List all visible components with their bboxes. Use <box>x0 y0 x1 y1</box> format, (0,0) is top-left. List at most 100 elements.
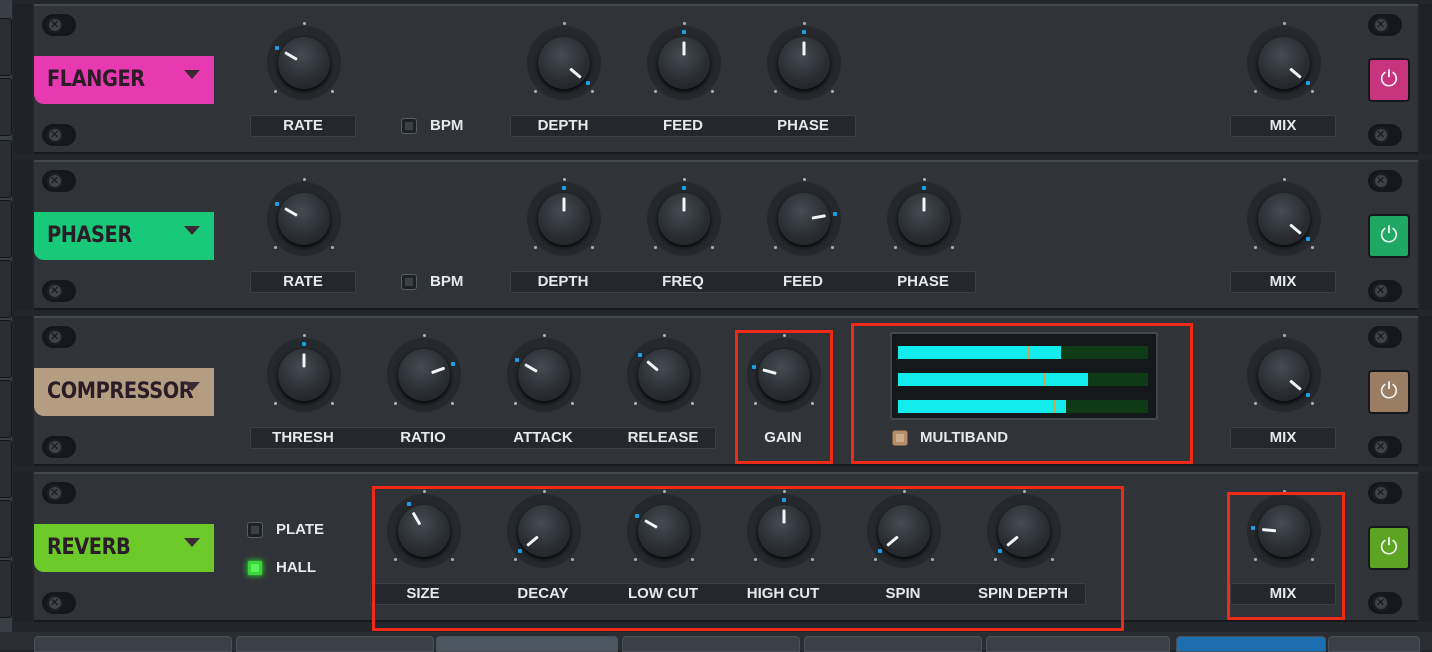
screw-icon <box>42 592 76 614</box>
chevron-down-icon <box>184 382 200 391</box>
knob-range-dot <box>682 21 686 25</box>
hall-label: HALL <box>276 559 316 576</box>
left-strip-segment <box>0 78 12 136</box>
depth-knob[interactable] <box>527 177 601 256</box>
rack-rail-right <box>1420 316 1432 466</box>
rate-knob[interactable] <box>267 177 341 256</box>
knob-range-dot <box>1282 177 1286 181</box>
knob-cap <box>1258 37 1310 89</box>
knob-cap <box>638 349 690 401</box>
power-icon: ⏻ <box>1380 67 1398 92</box>
effect-selector-flanger[interactable]: FLANGER <box>34 56 214 104</box>
knob-value-marker <box>562 186 566 190</box>
mix-knob[interactable] <box>1247 21 1321 100</box>
feed-knob[interactable] <box>647 21 721 100</box>
knob-pointer <box>562 197 566 211</box>
knob-value-marker <box>1305 392 1310 397</box>
rack-rail-left <box>14 160 32 310</box>
screw-icon <box>42 14 76 36</box>
knob-pointer <box>802 41 806 55</box>
bpm-checkbox[interactable] <box>401 118 417 134</box>
knob-range-dot <box>330 89 334 93</box>
mix-label: MIX <box>1269 273 1297 290</box>
attack-label: ATTACK <box>513 429 573 446</box>
effect-name: REVERB <box>47 535 131 560</box>
mix-knob[interactable] <box>1247 333 1321 412</box>
hall-checkbox[interactable] <box>247 560 263 576</box>
knob-range-dot <box>774 89 778 93</box>
mix-knob[interactable] <box>1247 177 1321 256</box>
knob-range-dot <box>422 333 426 337</box>
effect-selector-reverb[interactable]: REVERB <box>34 524 214 572</box>
left-strip-segment <box>0 380 12 438</box>
left-strip-segment <box>0 260 12 318</box>
rack-rail-right <box>1420 4 1432 154</box>
effect-selector-compressor[interactable]: COMPRESSOR <box>34 368 214 416</box>
rack-rail-right <box>1420 472 1432 622</box>
rate-label: RATE <box>283 117 323 134</box>
knob-cap <box>398 349 450 401</box>
knob-range-dot <box>534 245 538 249</box>
highlight-box <box>851 323 1193 464</box>
power-button-reverb[interactable]: ⏻ <box>1368 526 1410 570</box>
knob-cap <box>1258 349 1310 401</box>
knob-range-dot <box>542 333 546 337</box>
rate-knob[interactable] <box>267 21 341 100</box>
rack-rail-right <box>1420 160 1432 310</box>
knob-range-dot <box>634 401 638 405</box>
screw-icon <box>1368 326 1402 348</box>
chevron-down-icon <box>184 538 200 547</box>
checkbox-inner <box>405 122 413 130</box>
knob-range-dot <box>710 245 714 249</box>
freq-knob[interactable] <box>647 177 721 256</box>
power-button-phaser[interactable]: ⏻ <box>1368 214 1410 258</box>
knob-range-dot <box>394 401 398 405</box>
effect-panel-compressor <box>34 316 1418 466</box>
checkbox-inner <box>405 278 413 286</box>
power-button-compressor[interactable]: ⏻ <box>1368 370 1410 414</box>
left-strip-segment <box>0 320 12 378</box>
feed-knob[interactable] <box>767 177 841 256</box>
checkbox-inner <box>251 564 259 572</box>
plate-label: PLATE <box>276 521 325 538</box>
knob-range-dot <box>1254 245 1258 249</box>
rate-label: RATE <box>283 273 323 290</box>
rack-rail-left <box>14 472 32 622</box>
plate-checkbox[interactable] <box>247 522 263 538</box>
feed-label: FEED <box>782 273 823 290</box>
ratio-knob[interactable] <box>387 333 461 412</box>
screw-icon <box>1368 280 1402 302</box>
knob-range-dot <box>710 89 714 93</box>
effect-selector-phaser[interactable]: PHASER <box>34 212 214 260</box>
knob-value-marker <box>302 342 306 346</box>
release-knob[interactable] <box>627 333 701 412</box>
screw-icon <box>1368 170 1402 192</box>
knob-range-dot <box>662 333 666 337</box>
knob-range-dot <box>922 177 926 181</box>
knob-range-dot <box>590 245 594 249</box>
power-icon: ⏻ <box>1380 535 1398 560</box>
knob-value-marker <box>682 30 686 34</box>
attack-knob[interactable] <box>507 333 581 412</box>
phase-knob[interactable] <box>887 177 961 256</box>
knob-range-dot <box>774 245 778 249</box>
screw-icon <box>1368 482 1402 504</box>
bpm-checkbox[interactable] <box>401 274 417 290</box>
checkbox-inner <box>251 526 259 534</box>
knob-range-dot <box>274 245 278 249</box>
thresh-knob[interactable] <box>267 333 341 412</box>
knob-range-dot <box>302 333 306 337</box>
knob-range-dot <box>330 401 334 405</box>
screw-icon <box>42 326 76 348</box>
knob-range-dot <box>1310 89 1314 93</box>
depth-label: DEPTH <box>537 117 589 134</box>
phase-label: PHASE <box>897 273 949 290</box>
knob-range-dot <box>1254 89 1258 93</box>
phase-knob[interactable] <box>767 21 841 100</box>
knob-cap <box>518 349 570 401</box>
thresh-label: THRESH <box>272 429 334 446</box>
power-button-flanger[interactable]: ⏻ <box>1368 58 1410 102</box>
depth-knob[interactable] <box>527 21 601 100</box>
screw-icon <box>42 170 76 192</box>
knob-range-dot <box>830 245 834 249</box>
